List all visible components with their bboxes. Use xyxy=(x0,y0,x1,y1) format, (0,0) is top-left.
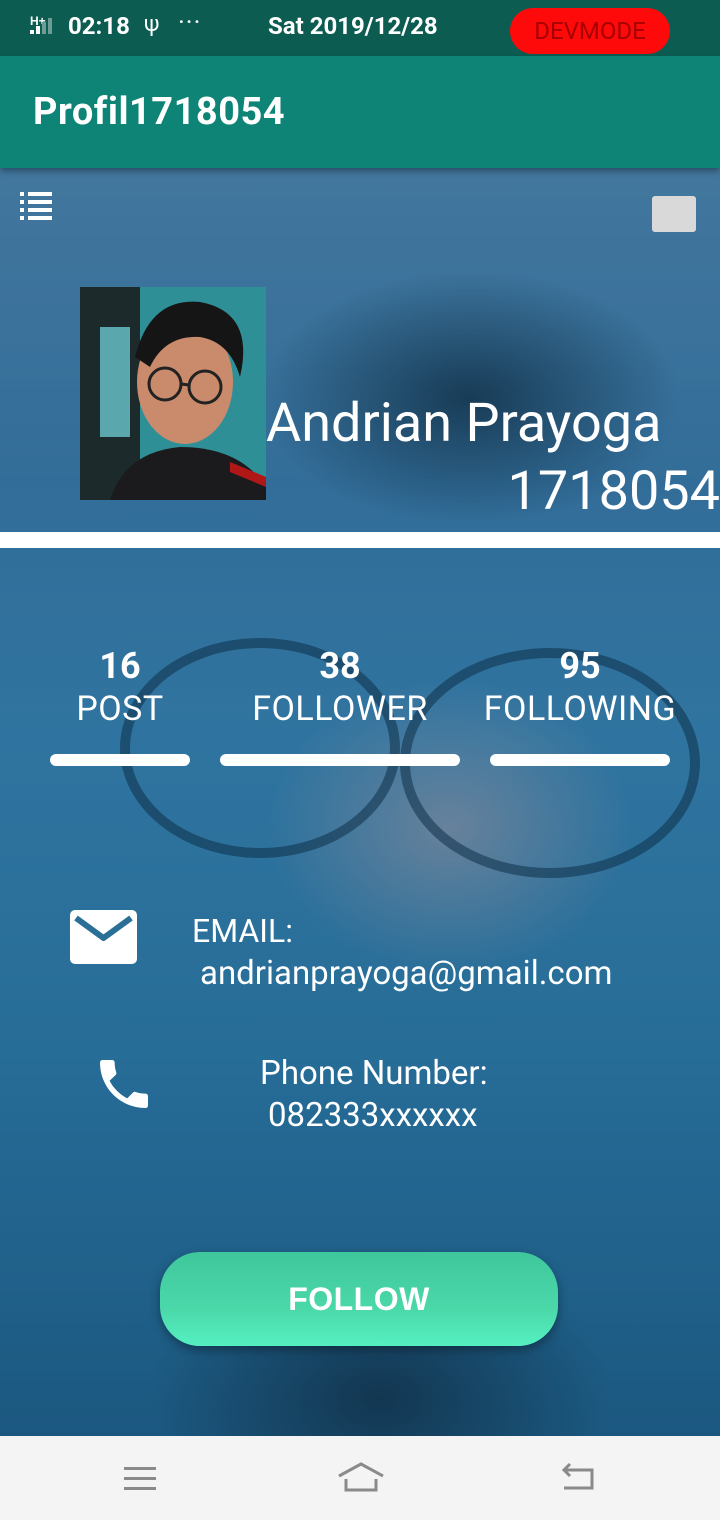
stat-following[interactable]: 95 FOLLOWING xyxy=(470,645,690,729)
devmode-badge: DEVMODE xyxy=(510,8,670,54)
stat-post-value: 16 xyxy=(99,645,141,687)
phone-icon xyxy=(100,1060,148,1108)
section-divider xyxy=(0,532,720,548)
status-time: 02:18 xyxy=(68,12,130,40)
profile-name: Andrian Prayoga xyxy=(266,392,662,455)
status-bar: H+ 02:18 ψ ··· Sat 2019/12/28 DEVMODE xyxy=(0,0,720,56)
stat-following-label: FOLLOWING xyxy=(483,689,677,729)
stat-follower[interactable]: 38 FOLLOWER xyxy=(220,645,460,729)
envelope-icon xyxy=(70,910,137,964)
more-notifications-icon: ··· xyxy=(178,8,202,38)
stat-follower-underline xyxy=(220,754,460,766)
email-value[interactable]: andrianprayoga@gmail.com xyxy=(200,954,612,993)
usb-icon: ψ xyxy=(144,12,160,37)
system-nav-bar xyxy=(0,1436,720,1520)
home-icon[interactable] xyxy=(336,1458,386,1498)
avatar-photo xyxy=(80,287,266,500)
hamburger-icon[interactable] xyxy=(120,1458,160,1498)
status-date: Sat 2019/12/28 xyxy=(268,12,438,40)
stat-following-value: 95 xyxy=(559,645,601,687)
stat-post[interactable]: 16 POST xyxy=(50,645,190,729)
email-label: EMAIL: xyxy=(192,912,293,950)
back-icon[interactable] xyxy=(558,1458,598,1498)
stat-post-label: POST xyxy=(76,689,164,729)
app-bar: Profil1718054 xyxy=(0,56,720,168)
profile-id: 1718054 xyxy=(507,460,720,523)
stat-follower-label: FOLLOWER xyxy=(252,689,428,729)
phone-label: Phone Number: xyxy=(260,1054,488,1093)
stat-post-underline xyxy=(50,754,190,766)
stat-follower-value: 38 xyxy=(319,645,361,687)
page-title: Profil1718054 xyxy=(33,90,286,134)
signal-icon: H+ xyxy=(30,14,52,34)
phone-value[interactable]: 082333xxxxxx xyxy=(268,1096,478,1135)
list-menu-icon[interactable] xyxy=(20,190,52,222)
square-action-button[interactable] xyxy=(652,196,696,232)
avatar[interactable] xyxy=(80,287,266,500)
stat-following-underline xyxy=(490,754,670,766)
follow-button[interactable]: FOLLOW xyxy=(160,1252,558,1346)
